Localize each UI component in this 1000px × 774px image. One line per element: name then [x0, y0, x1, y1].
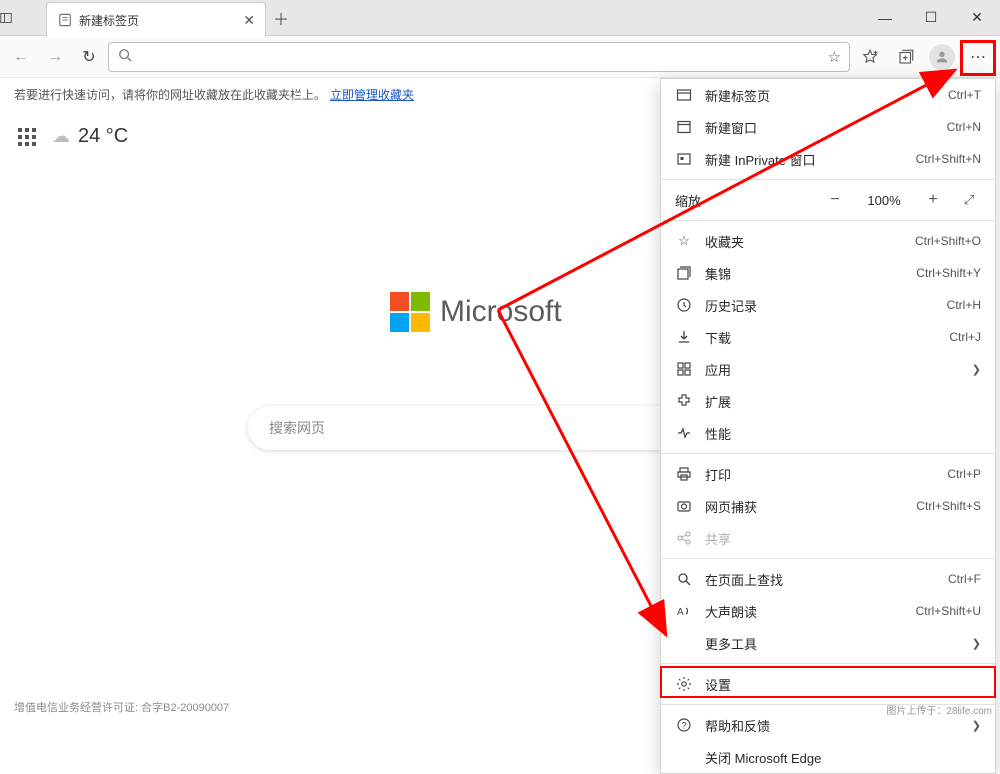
- download-icon: [675, 328, 693, 346]
- star-icon: ☆: [675, 232, 693, 250]
- search-placeholder: 搜索网页: [269, 418, 325, 438]
- new-tab-icon: [675, 86, 693, 104]
- history-icon: [675, 296, 693, 314]
- chevron-right-icon: ❯: [972, 719, 981, 732]
- menu-favorites[interactable]: ☆ 收藏夹 Ctrl+Shift+O: [661, 225, 995, 257]
- menu-performance[interactable]: 性能: [661, 417, 995, 449]
- close-tab-icon[interactable]: ✕: [243, 12, 255, 29]
- menu-apps[interactable]: 应用 ❯: [661, 353, 995, 385]
- apps-grid-icon[interactable]: [18, 128, 36, 146]
- weather-widget[interactable]: ☁ 24 °C: [52, 125, 128, 148]
- search-icon: [117, 48, 133, 65]
- profile-avatar[interactable]: [926, 42, 958, 72]
- minimize-button[interactable]: —: [862, 0, 908, 36]
- menu-history[interactable]: 历史记录 Ctrl+H: [661, 289, 995, 321]
- zoom-value: 100%: [859, 193, 909, 208]
- menu-print[interactable]: 打印 Ctrl+P: [661, 458, 995, 490]
- capture-icon: [675, 497, 693, 515]
- menu-new-inprivate[interactable]: 新建 InPrivate 窗口 Ctrl+Shift+N: [661, 143, 995, 175]
- watermark-text: 图片上传于：28life.com: [886, 702, 992, 717]
- microsoft-logo: Microsoft: [390, 292, 562, 332]
- toolbar: ← → ↻ ☆ ⋯: [0, 36, 1000, 78]
- microsoft-logo-icon: [390, 292, 430, 332]
- weather-temp: 24 °C: [78, 125, 128, 148]
- svg-text:?: ?: [682, 721, 687, 731]
- menu-collections[interactable]: 集锦 Ctrl+Shift+Y: [661, 257, 995, 289]
- menu-new-window[interactable]: 新建窗口 Ctrl+N: [661, 111, 995, 143]
- address-bar[interactable]: ☆: [108, 42, 850, 72]
- tabs-panel-icon[interactable]: [0, 0, 12, 36]
- maximize-button[interactable]: ☐: [908, 0, 954, 36]
- favorites-hint-text: 若要进行快速访问，请将你的网址收藏放在此收藏夹栏上。: [14, 86, 326, 103]
- page-icon: [57, 12, 73, 28]
- new-window-icon: [675, 118, 693, 136]
- zoom-in-button[interactable]: +: [919, 191, 947, 209]
- menu-extensions[interactable]: 扩展: [661, 385, 995, 417]
- share-icon: [675, 529, 693, 547]
- back-button[interactable]: ←: [6, 42, 36, 72]
- menu-share: 共享: [661, 522, 995, 554]
- apps-icon: [675, 360, 693, 378]
- favorites-icon[interactable]: [854, 42, 886, 72]
- browser-tab[interactable]: 新建标签页 ✕: [46, 2, 266, 37]
- menu-capture[interactable]: 网页捕获 Ctrl+Shift+S: [661, 490, 995, 522]
- zoom-out-button[interactable]: −: [821, 191, 849, 209]
- zoom-label: 缩放: [675, 191, 717, 210]
- collections-icon[interactable]: [890, 42, 922, 72]
- license-text: 增值电信业务经营许可证: 合字B2-20090007: [14, 699, 229, 715]
- inprivate-icon: [675, 150, 693, 168]
- read-aloud-icon: A: [675, 602, 693, 620]
- refresh-button[interactable]: ↻: [74, 42, 104, 72]
- menu-more-tools[interactable]: 更多工具 ❯: [661, 627, 995, 659]
- forward-button[interactable]: →: [40, 42, 70, 72]
- find-icon: [675, 570, 693, 588]
- chevron-right-icon: ❯: [972, 637, 981, 650]
- collections-menu-icon: [675, 264, 693, 282]
- menu-downloads[interactable]: 下载 Ctrl+J: [661, 321, 995, 353]
- window-controls: — ☐ ✕: [862, 0, 1000, 35]
- menu-new-tab[interactable]: 新建标签页 Ctrl+T: [661, 79, 995, 111]
- microsoft-logo-text: Microsoft: [440, 295, 562, 329]
- close-window-button[interactable]: ✕: [954, 0, 1000, 36]
- tab-title: 新建标签页: [79, 12, 139, 29]
- help-icon: ?: [675, 716, 693, 734]
- settings-menu: 新建标签页 Ctrl+T 新建窗口 Ctrl+N 新建 InPrivate 窗口…: [660, 78, 996, 774]
- manage-favorites-link[interactable]: 立即管理收藏夹: [330, 86, 414, 103]
- extensions-icon: [675, 392, 693, 410]
- menu-close-edge[interactable]: 关闭 Microsoft Edge: [661, 741, 995, 773]
- menu-zoom-row: 缩放 − 100% + ⤢: [661, 184, 995, 216]
- more-button[interactable]: ⋯: [962, 42, 994, 72]
- print-icon: [675, 465, 693, 483]
- cloud-icon: ☁: [52, 126, 70, 147]
- favorite-star-icon[interactable]: ☆: [828, 48, 841, 66]
- menu-find[interactable]: 在页面上查找 Ctrl+F: [661, 563, 995, 595]
- chevron-right-icon: ❯: [972, 363, 981, 376]
- performance-icon: [675, 424, 693, 442]
- svg-text:A: A: [677, 607, 684, 618]
- menu-settings[interactable]: 设置: [661, 668, 995, 700]
- title-bar: 新建标签页 ✕ ＋ — ☐ ✕: [0, 0, 1000, 36]
- new-tab-button[interactable]: ＋: [266, 0, 296, 35]
- fullscreen-button[interactable]: ⤢: [957, 192, 981, 208]
- menu-read-aloud[interactable]: A 大声朗读 Ctrl+Shift+U: [661, 595, 995, 627]
- gear-icon: [675, 675, 693, 693]
